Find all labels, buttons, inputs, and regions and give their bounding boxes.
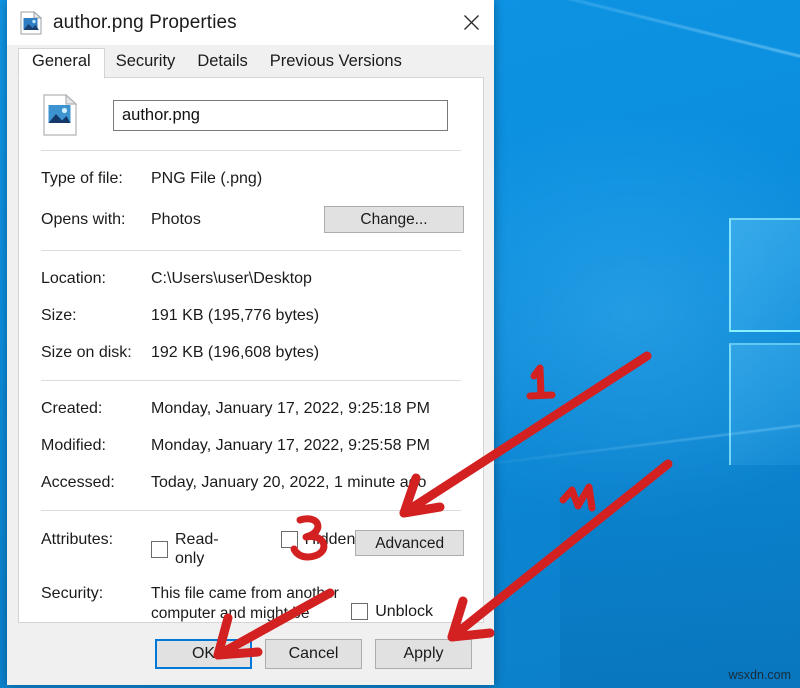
row-security: Security: This file came from another co… bbox=[41, 584, 461, 623]
row-size: Size: 191 KB (195,776 bytes) bbox=[41, 306, 461, 325]
file-location-list: Location: C:\Users\user\Desktop Size: 19… bbox=[19, 269, 483, 362]
row-size-on-disk: Size on disk: 192 KB (196,608 bytes) bbox=[41, 343, 461, 362]
row-value: Today, January 20, 2022, 1 minute ago bbox=[151, 473, 461, 492]
png-file-icon bbox=[20, 11, 42, 35]
tab-security[interactable]: Security bbox=[105, 48, 187, 78]
hidden-checkbox[interactable]: Hidden bbox=[281, 530, 356, 549]
ok-button[interactable]: OK bbox=[155, 639, 252, 669]
divider-4 bbox=[41, 510, 461, 511]
row-label: Opens with: bbox=[41, 210, 151, 229]
row-value: C:\Users\user\Desktop bbox=[151, 269, 461, 288]
screen: author.png Properties General Security D… bbox=[0, 0, 800, 688]
checkbox-box bbox=[151, 541, 168, 558]
tab-strip: General Security Details Previous Versio… bbox=[7, 45, 494, 78]
row-attributes: Attributes: Read-only Hidden Advanced bbox=[41, 530, 461, 568]
advanced-button[interactable]: Advanced bbox=[355, 530, 464, 556]
window-title: author.png Properties bbox=[53, 12, 237, 34]
watermark: wsxdn.com bbox=[728, 668, 791, 682]
image-file-icon bbox=[43, 94, 77, 136]
tab-previous-versions-label: Previous Versions bbox=[270, 52, 402, 70]
row-value: 192 KB (196,608 bytes) bbox=[151, 343, 461, 362]
row-type-of-file: Type of file: PNG File (.png) bbox=[41, 169, 461, 188]
wallpaper-shadow bbox=[560, 430, 800, 688]
row-value: Photos bbox=[151, 210, 324, 229]
row-opens-with: Opens with: Photos Change... bbox=[41, 206, 461, 233]
tab-general[interactable]: General bbox=[18, 48, 105, 79]
security-label: Security: bbox=[41, 584, 151, 603]
change-button[interactable]: Change... bbox=[324, 206, 464, 233]
row-accessed: Accessed: Today, January 20, 2022, 1 min… bbox=[41, 473, 461, 492]
attributes-section: Attributes: Read-only Hidden Advanced Se… bbox=[19, 530, 483, 623]
row-label: Created: bbox=[41, 399, 151, 418]
dialog-button-bar: OK Cancel Apply bbox=[7, 623, 494, 685]
tab-previous-versions[interactable]: Previous Versions bbox=[259, 48, 413, 78]
row-value: PNG File (.png) bbox=[151, 169, 461, 188]
divider-2 bbox=[41, 250, 461, 251]
row-value: 191 KB (195,776 bytes) bbox=[151, 306, 461, 325]
unblock-checkbox[interactable]: Unblock bbox=[351, 602, 433, 621]
close-icon[interactable] bbox=[448, 0, 494, 45]
general-tab-panel: author.png Type of file: PNG File (.png)… bbox=[18, 78, 484, 623]
row-location: Location: C:\Users\user\Desktop bbox=[41, 269, 461, 288]
security-message: This file came from another computer and… bbox=[151, 584, 341, 623]
attributes-label: Attributes: bbox=[41, 530, 151, 549]
filename-value: author.png bbox=[122, 106, 200, 125]
row-label: Modified: bbox=[41, 436, 151, 455]
readonly-label: Read-only bbox=[175, 530, 248, 568]
wallpaper-window-pane-upper bbox=[729, 218, 800, 332]
row-label: Location: bbox=[41, 269, 151, 288]
row-label: Accessed: bbox=[41, 473, 151, 492]
readonly-checkbox[interactable]: Read-only bbox=[151, 530, 248, 568]
row-label: Type of file: bbox=[41, 169, 151, 188]
row-created: Created: Monday, January 17, 2022, 9:25:… bbox=[41, 399, 461, 418]
tab-security-label: Security bbox=[116, 52, 176, 70]
file-info-list: Type of file: PNG File (.png) Opens with… bbox=[19, 169, 483, 233]
tab-general-label: General bbox=[32, 52, 91, 70]
row-value: Monday, January 17, 2022, 9:25:18 PM bbox=[151, 399, 461, 418]
row-label: Size on disk: bbox=[41, 343, 151, 362]
title-bar[interactable]: author.png Properties bbox=[7, 0, 494, 45]
checkbox-box bbox=[351, 603, 368, 620]
apply-button[interactable]: Apply bbox=[375, 639, 472, 669]
file-dates-list: Created: Monday, January 17, 2022, 9:25:… bbox=[19, 399, 483, 492]
row-label: Size: bbox=[41, 306, 151, 325]
properties-dialog: author.png Properties General Security D… bbox=[7, 0, 494, 685]
tab-details[interactable]: Details bbox=[186, 48, 258, 78]
wallpaper-window-pane-lower bbox=[729, 343, 800, 465]
row-value: Monday, January 17, 2022, 9:25:58 PM bbox=[151, 436, 461, 455]
unblock-wrap: Unblock bbox=[351, 602, 433, 623]
file-header-row: author.png bbox=[19, 78, 483, 136]
divider-3 bbox=[41, 380, 461, 381]
unblock-label: Unblock bbox=[375, 602, 433, 621]
cancel-button[interactable]: Cancel bbox=[265, 639, 362, 669]
checkbox-box bbox=[281, 531, 298, 548]
row-modified: Modified: Monday, January 17, 2022, 9:25… bbox=[41, 436, 461, 455]
hidden-label: Hidden bbox=[305, 530, 356, 549]
divider-1 bbox=[41, 150, 461, 151]
tab-details-label: Details bbox=[197, 52, 247, 70]
filename-input[interactable]: author.png bbox=[113, 100, 448, 131]
